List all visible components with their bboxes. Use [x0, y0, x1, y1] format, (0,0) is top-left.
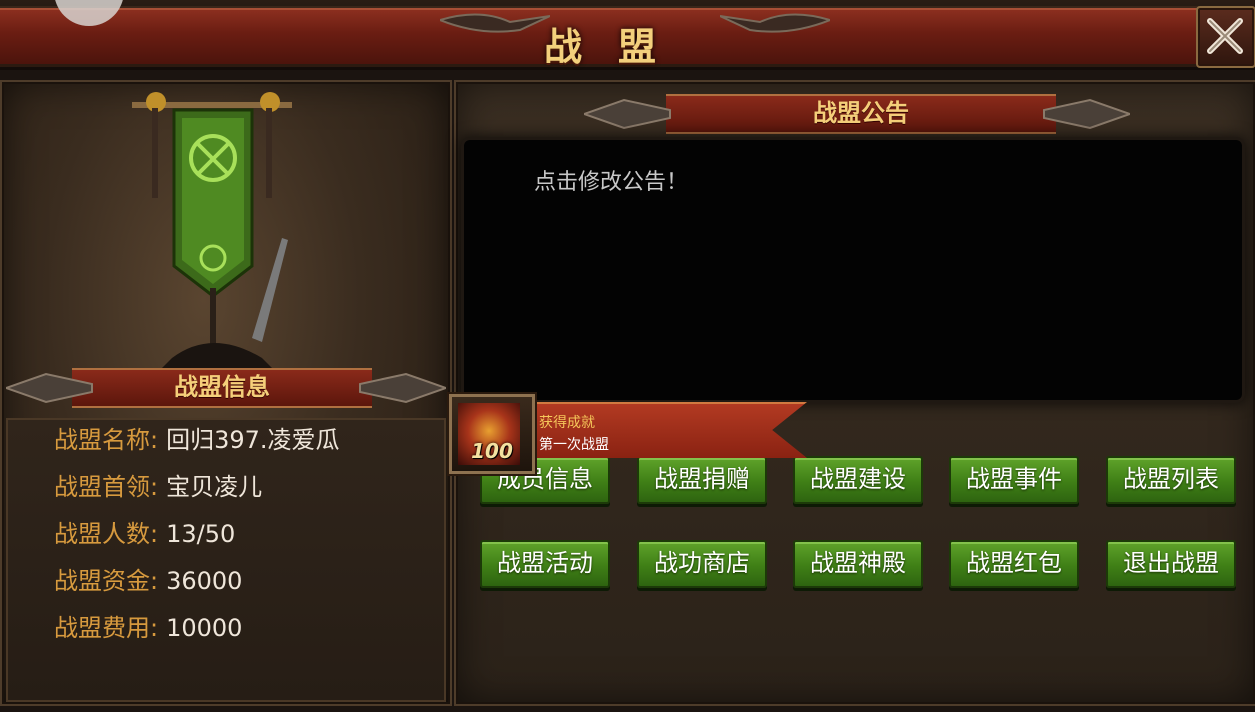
plaque-ornament-right-icon	[1043, 98, 1130, 130]
quit-alliance-button[interactable]: 退出战盟	[1106, 540, 1236, 588]
info-row-members: 战盟人数: 13/50	[54, 516, 235, 552]
info-value: 宝贝凌儿	[166, 473, 263, 501]
red-packet-button[interactable]: 战盟红包	[949, 540, 1079, 588]
achievement-level: 100	[471, 439, 513, 463]
info-list: 战盟名称: 回归397.凌爱瓜 战盟首领: 宝贝凌儿 战盟人数: 13/50 战盟资金…	[6, 418, 446, 702]
info-row-fee: 战盟费用: 10000	[54, 610, 242, 646]
info-value: 13/50	[166, 520, 236, 548]
achievement-name: 第一次战盟	[539, 437, 609, 453]
shrine-button[interactable]: 战盟神殿	[793, 540, 923, 588]
info-value: 回归397.凌爱瓜	[166, 426, 340, 454]
info-label: 战盟名称:	[54, 426, 159, 454]
title-strip: 战盟	[0, 6, 1200, 69]
achievement-badge-icon: 100	[449, 394, 535, 474]
notice-heading: 战盟公告	[666, 94, 1056, 134]
plaque-ornament-left-icon	[6, 372, 93, 404]
plaque-ornament-left-icon	[584, 98, 671, 130]
merit-shop-button[interactable]: 战功商店	[637, 540, 767, 588]
info-row-funds: 战盟资金: 36000	[54, 563, 242, 599]
close-icon	[1207, 18, 1243, 54]
info-row-name: 战盟名称: 回归397.凌爱瓜	[54, 422, 340, 458]
info-heading: 战盟信息	[72, 368, 372, 408]
page-title: 战盟	[543, 25, 692, 69]
info-value: 10000	[166, 614, 243, 642]
notice-text[interactable]: 点击修改公告！	[534, 164, 688, 196]
info-label: 战盟费用:	[54, 614, 159, 642]
info-value: 36000	[166, 567, 243, 595]
info-row-leader: 战盟首领: 宝贝凌儿	[54, 469, 262, 505]
events-button[interactable]: 战盟事件	[949, 456, 1079, 504]
info-label: 战盟首领:	[54, 473, 159, 501]
banner-icon	[132, 92, 292, 368]
title-bar: 战盟	[0, 0, 1255, 70]
info-label: 战盟人数:	[54, 520, 159, 548]
alliance-list-button[interactable]: 战盟列表	[1106, 456, 1236, 504]
achievement-title: 获得成就	[539, 415, 595, 431]
close-button[interactable]	[1196, 6, 1255, 68]
notice-area[interactable]: 点击修改公告！	[464, 140, 1242, 400]
plaque-ornament-right-icon	[359, 372, 446, 404]
achievement-popup: 100 获得成就 第一次战盟	[447, 392, 817, 474]
notice-heading-text: 战盟公告	[813, 99, 909, 127]
activities-button[interactable]: 战盟活动	[480, 540, 610, 588]
info-heading-text: 战盟信息	[174, 373, 270, 401]
info-label: 战盟资金:	[54, 567, 159, 595]
